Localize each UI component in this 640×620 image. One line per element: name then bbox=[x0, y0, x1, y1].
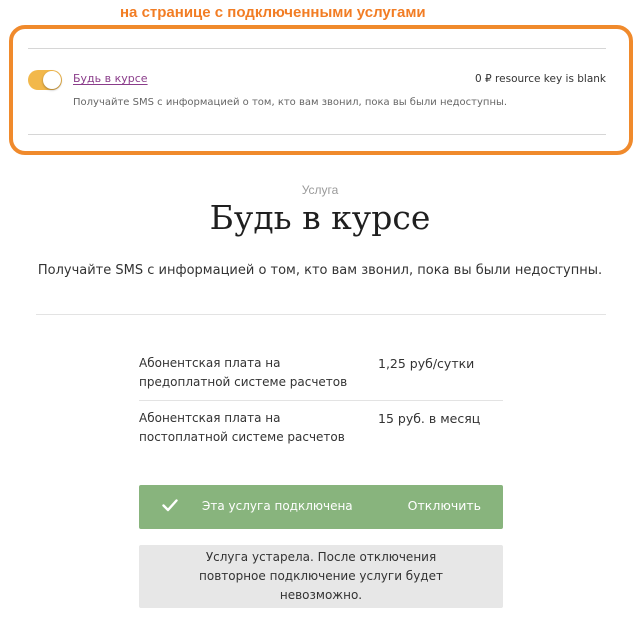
price-row: Абонентская плата на постоплатной систем… bbox=[139, 401, 503, 454]
service-price: 0 ₽ resource key is blank bbox=[475, 73, 606, 85]
check-icon bbox=[162, 499, 178, 512]
deprecation-notice: Услуга устарела. После отключения повтор… bbox=[139, 545, 503, 608]
price-label: Абонентская плата на постоплатной систем… bbox=[139, 411, 345, 444]
price-value: 1,25 руб/сутки bbox=[378, 356, 475, 371]
annotation-caption: на странице с подключенными услугами bbox=[120, 4, 426, 21]
price-value: 15 руб. в месяц bbox=[378, 411, 481, 426]
price-row: Абонентская плата на предоплатной систем… bbox=[139, 348, 503, 401]
service-link[interactable]: Будь в курсе bbox=[73, 72, 148, 85]
service-description: Получайте SMS с информацией о том, кто в… bbox=[37, 263, 603, 278]
connected-status-bar: Эта услуга подключена Отключить bbox=[139, 485, 503, 529]
price-table: Абонентская плата на предоплатной систем… bbox=[139, 348, 503, 454]
page-title: Будь в курсе bbox=[209, 198, 431, 237]
toggle-knob bbox=[43, 71, 61, 89]
notice-text: Услуга устарела. После отключения повтор… bbox=[199, 550, 443, 602]
connected-service-row: Будь в курсе 0 ₽ resource key is blank П… bbox=[28, 48, 606, 135]
divider bbox=[36, 314, 606, 315]
disconnect-button[interactable]: Отключить bbox=[408, 498, 481, 513]
service-label: Услуга bbox=[301, 183, 339, 197]
service-toggle[interactable] bbox=[28, 70, 62, 90]
service-row-description: Получайте SMS с информацией о том, кто в… bbox=[73, 97, 508, 108]
price-label: Абонентская плата на предоплатной систем… bbox=[139, 356, 348, 389]
status-text: Эта услуга подключена bbox=[202, 499, 353, 513]
